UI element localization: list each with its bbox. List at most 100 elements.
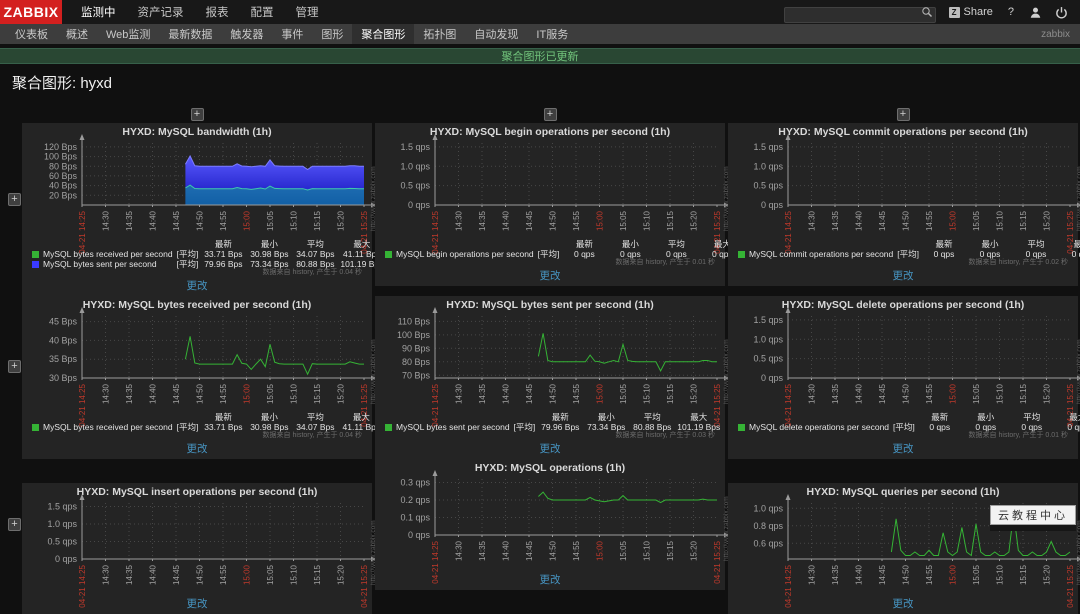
svg-text:15:10: 15:10 [643,210,652,231]
change-link[interactable]: 更改 [540,270,561,282]
data-source-note: 数据来自 history, 产生于 0.04 秒 [262,432,362,439]
svg-text:14:50: 14:50 [196,383,205,404]
graph-plot[interactable]: 110 Bps 100 Bps 90 Bps 80 Bps 70 Bps04-21 14… [375,307,730,427]
graph-title: HYXD: MySQL insert operations per second… [76,486,318,498]
share-button[interactable]: Z Share [948,6,993,18]
svg-text:14:50: 14:50 [549,540,558,561]
change-link[interactable]: 更改 [187,443,208,455]
svg-text:14:30: 14:30 [808,564,817,585]
add-row-button[interactable]: + [8,193,21,206]
svg-text:14:35: 14:35 [125,383,134,404]
change-link[interactable]: 更改 [540,574,561,586]
profile-icon[interactable] [1029,6,1042,19]
graph-cell: HYXD: MySQL operations (1h) 0.3 qps 0.2 qp… [375,459,730,590]
subnav-item-3[interactable]: 最新数据 [159,24,221,44]
svg-text:14:30: 14:30 [455,210,464,231]
svg-text:15:10: 15:10 [996,210,1005,231]
svg-text:14:50: 14:50 [196,564,205,585]
subnav-item-8[interactable]: 拓扑图 [414,24,465,44]
change-link[interactable]: 更改 [540,443,561,455]
page-title: 聚合图形: hyxd [12,75,113,92]
svg-text:0.2 qps: 0.2 qps [400,495,430,505]
change-row: 更改 [375,442,725,455]
subnav-item-10[interactable]: IT服务 [527,24,577,44]
search-icon[interactable] [921,6,933,18]
svg-text:0.6 qps: 0.6 qps [753,538,783,548]
change-row: 更改 [22,442,372,455]
graph-plot[interactable]: 1.5 qps 1.0 qps 0.5 qps 0 qps04-21 14:25 14:… [22,494,377,608]
graph-plot[interactable]: 1.5 qps 1.0 qps 0.5 qps 0 qps04-21 14:25 14:… [728,307,1080,427]
graph-plot[interactable]: 1.5 qps 1.0 qps 0.5 qps 0 qps04-21 14:25 14:… [375,134,730,254]
change-link[interactable]: 更改 [893,270,914,282]
search-input[interactable] [783,6,936,23]
svg-text:15:00: 15:00 [949,564,958,585]
svg-text:100 Bps: 100 Bps [44,152,78,162]
subnav-item-1[interactable]: 概述 [57,24,97,44]
change-link[interactable]: 更改 [893,443,914,455]
add-column-button[interactable]: + [190,108,204,121]
subnav-item-5[interactable]: 事件 [272,24,312,44]
svg-text:15:20: 15:20 [337,210,346,231]
topnav-item-4[interactable]: 管理 [285,0,330,24]
svg-text:04-21 14:25: 04-21 14:25 [784,564,793,607]
svg-text:04-21 15:25: 04-21 15:25 [713,383,722,426]
svg-text:04-21 15:25: 04-21 15:25 [1066,564,1075,607]
help-button[interactable]: ? [1006,6,1016,18]
svg-text:0.1 qps: 0.1 qps [400,513,430,523]
svg-text:0.5 qps: 0.5 qps [753,181,783,191]
graph-plot[interactable]: 0.3 qps 0.2 qps 0.1 qps 0 qps04-21 14:25 14:… [375,470,730,584]
logout-icon[interactable] [1055,6,1068,19]
svg-text:15:00: 15:00 [243,383,252,404]
subnav-item-0[interactable]: 仪表板 [6,24,57,44]
change-link[interactable]: 更改 [187,598,208,610]
svg-text:0.3 qps: 0.3 qps [400,478,430,488]
topnav-item-0[interactable]: 监测中 [70,0,127,24]
add-column-button[interactable]: + [543,108,557,121]
subnav-item-4[interactable]: 触发器 [221,24,272,44]
add-row-button[interactable]: + [8,518,21,531]
legend-header: 最新 [935,239,953,249]
subnav-item-7[interactable]: 聚合图形 [352,24,415,44]
svg-text:04-21 14:25: 04-21 14:25 [784,383,793,426]
legend-swatch [32,261,39,269]
svg-text:14:55: 14:55 [925,383,934,404]
topnav-item-1[interactable]: 资产记录 [127,0,195,24]
subnav-item-2[interactable]: Web监测 [97,24,159,44]
change-link[interactable]: 更改 [187,280,208,292]
add-column-button[interactable]: + [896,108,910,121]
topnav-item-3[interactable]: 配置 [240,0,285,24]
add-row-button[interactable]: + [8,360,21,373]
svg-text:15:05: 15:05 [619,383,628,404]
svg-text:14:50: 14:50 [902,383,911,404]
legend-header: 最小 [981,239,999,249]
svg-text:14:35: 14:35 [831,210,840,231]
svg-text:14:30: 14:30 [102,210,111,231]
subnav-item-9[interactable]: 自动发现 [465,24,527,44]
graph-plot[interactable]: 45 Bps 40 Bps 35 Bps 30 Bps04-21 14:25 14:30… [22,307,377,427]
legend-header: 平均 [306,239,324,249]
topnav-item-2[interactable]: 报表 [195,0,240,24]
svg-text:1.5 qps: 1.5 qps [400,142,430,152]
graph-plot[interactable]: 120 Bps100 Bps80 Bps60 Bps40 Bps20 Bps04… [22,134,377,254]
svg-text:30 Bps: 30 Bps [49,373,78,383]
svg-text:60 Bps: 60 Bps [49,171,78,181]
svg-text:14:55: 14:55 [925,564,934,585]
svg-text:14:50: 14:50 [549,383,558,404]
add-column-cell: + [22,108,372,121]
svg-text:14:40: 14:40 [502,210,511,231]
graph-title: HYXD: MySQL bytes received per second (1… [82,299,312,311]
change-link[interactable]: 更改 [893,598,914,610]
svg-text:15:00: 15:00 [596,383,605,404]
subnav-item-6[interactable]: 图形 [312,24,352,44]
svg-text:04-21 14:25: 04-21 14:25 [78,383,87,426]
svg-text:14:55: 14:55 [219,564,228,585]
graph-plot[interactable]: 1.5 qps 1.0 qps 0.5 qps 0 qps04-21 14:25 14:… [728,134,1080,254]
zabbix-logo[interactable]: ZABBIX [0,0,62,24]
svg-text:14:35: 14:35 [478,210,487,231]
svg-text:14:30: 14:30 [808,383,817,404]
svg-text:14:40: 14:40 [149,383,158,404]
legend-swatch [32,424,39,432]
screen-grid: + + + HYXD: MySQL bandwidth (1h) 120 Bps 100 … [0,98,1080,614]
svg-text:14:35: 14:35 [478,540,487,561]
svg-text:0 qps: 0 qps [761,200,784,210]
